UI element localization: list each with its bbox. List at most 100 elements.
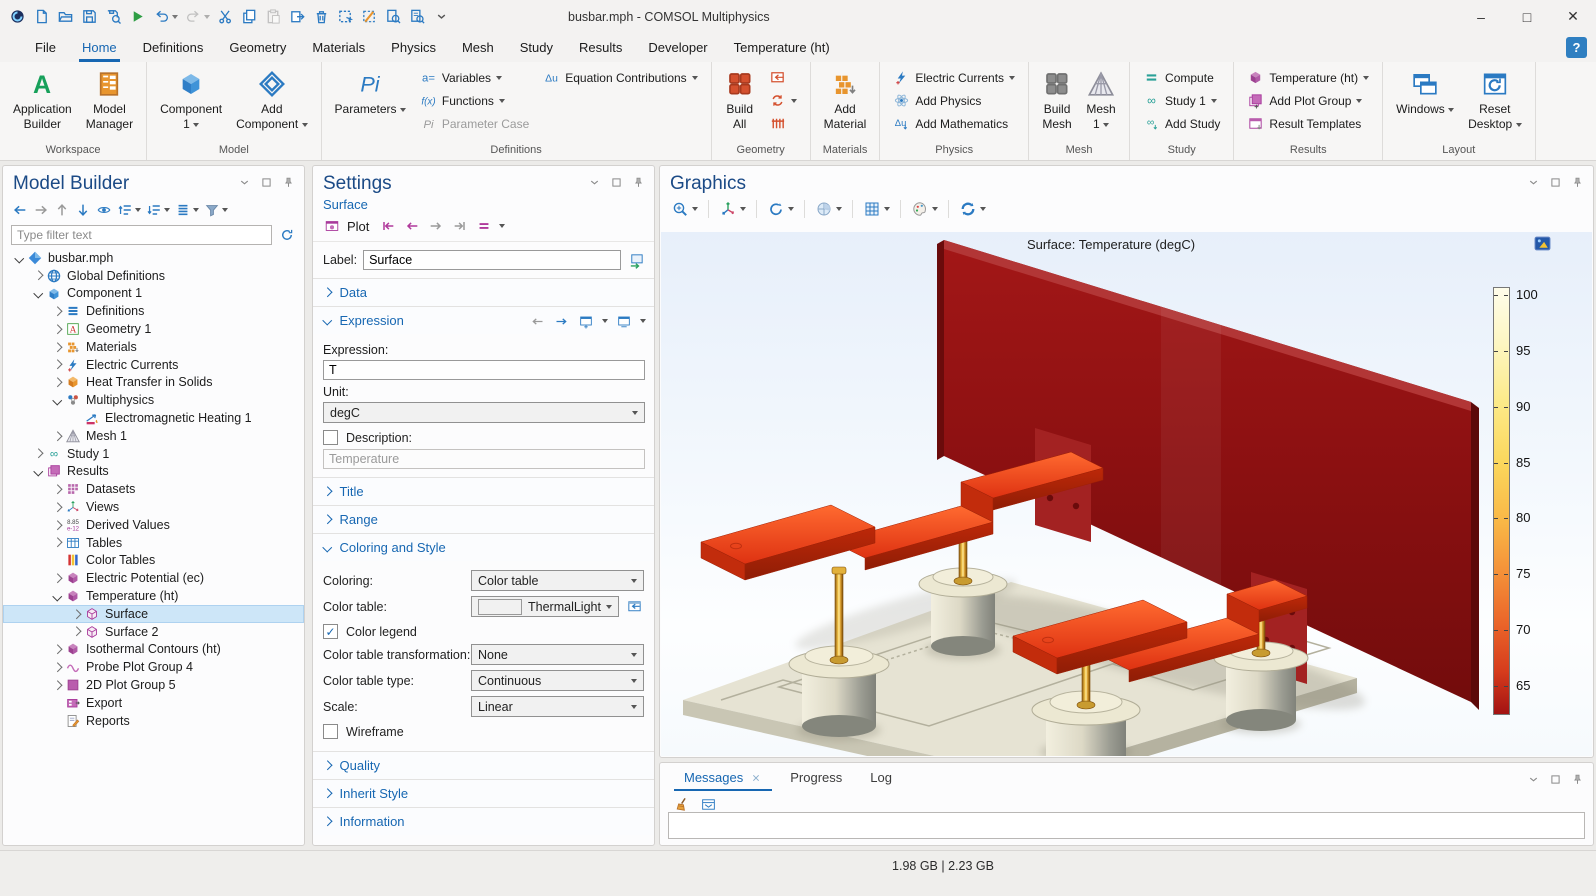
tab-log[interactable]: Log: [858, 764, 904, 791]
expression-prev-button[interactable]: [529, 313, 546, 330]
tree-expander[interactable]: [50, 379, 64, 386]
move-up-grey-button[interactable]: [53, 201, 71, 219]
panel-pin-button[interactable]: [631, 175, 646, 190]
menu-tab-developer[interactable]: Developer: [635, 33, 720, 62]
tree-item-component-1[interactable]: Component 1: [3, 285, 304, 303]
replace-expression-caret[interactable]: [602, 319, 608, 323]
panel-float-button[interactable]: [259, 175, 274, 190]
tree-item-heat-transfer-in-solids[interactable]: Heat Transfer in Solids: [3, 374, 304, 392]
refresh-filter-button[interactable]: [278, 226, 296, 244]
tree-expander[interactable]: [31, 272, 45, 279]
plot-options-caret[interactable]: [499, 224, 505, 228]
tree-item-derived-values[interactable]: 8.85e-12Derived Values: [3, 516, 304, 534]
tree-table-button[interactable]: [174, 201, 200, 219]
paste-button[interactable]: [262, 4, 285, 30]
menu-tab-mesh[interactable]: Mesh: [449, 33, 507, 62]
ribbon-button-build-mesh[interactable]: BuildMesh: [1035, 65, 1079, 134]
color-table-type-select[interactable]: Continuous: [471, 670, 644, 691]
description-input[interactable]: [323, 449, 645, 469]
tree-item-2d-plot-group-5[interactable]: 2D Plot Group 5: [3, 676, 304, 694]
ribbon-button-temperature-ht[interactable]: Temperature (ht): [1243, 67, 1373, 88]
ribbon-button-electric-currents[interactable]: Electric Currents: [889, 67, 1019, 88]
color-table-select[interactable]: ThermalLight: [471, 596, 619, 617]
tree-item-global-definitions[interactable]: Global Definitions: [3, 267, 304, 285]
color-table-transformation-select[interactable]: None: [471, 644, 644, 665]
tree-expander[interactable]: [50, 326, 64, 333]
nav-back-button[interactable]: [11, 201, 29, 219]
ribbon-button-add-component[interactable]: AddComponent: [229, 65, 314, 134]
panel-float-button[interactable]: [609, 175, 624, 190]
last-plot-button[interactable]: [451, 217, 469, 235]
clear-selection-button[interactable]: [358, 4, 381, 30]
previous-plot-button[interactable]: [403, 217, 421, 235]
tree-expander[interactable]: [50, 486, 64, 493]
tree-item-materials[interactable]: Materials: [3, 338, 304, 356]
panel-caret-button[interactable]: [1526, 175, 1541, 190]
view-orientation-button[interactable]: [718, 199, 747, 219]
menu-tab-study[interactable]: Study: [507, 33, 566, 62]
ribbon-button-add-study[interactable]: ∞Add Study: [1139, 113, 1224, 134]
tree-expander[interactable]: [31, 290, 45, 297]
tree-expander[interactable]: [50, 397, 64, 404]
messages-log-box[interactable]: [668, 812, 1585, 839]
ribbon-button-parameters[interactable]: PiParameters: [328, 65, 413, 119]
panel-caret-button[interactable]: [237, 175, 252, 190]
run-button[interactable]: [126, 4, 149, 30]
plot-snapshot-icon[interactable]: [1533, 234, 1552, 253]
tree-expander[interactable]: [50, 308, 64, 315]
color-legend-checkbox[interactable]: ✓: [323, 624, 338, 639]
filter-funnel-button[interactable]: [203, 201, 229, 219]
section-quality[interactable]: Quality: [313, 751, 654, 779]
ribbon-button-add-physics[interactable]: Add Physics: [889, 90, 1019, 111]
panel-pin-button[interactable]: [1570, 772, 1585, 787]
ribbon-button-equation-contributions[interactable]: ΔuEquation Contributions: [539, 67, 701, 88]
section-title[interactable]: Title: [313, 477, 654, 505]
section-data[interactable]: Data: [313, 278, 654, 306]
tree-item-views[interactable]: Views: [3, 498, 304, 516]
redo-button[interactable]: [182, 4, 213, 30]
tree-item-color-tables[interactable]: Color Tables: [3, 552, 304, 570]
tree-filter-input[interactable]: [11, 225, 272, 245]
ribbon-button-compute[interactable]: Compute: [1139, 67, 1224, 88]
tree-item-electric-potential-ec[interactable]: Electric Potential (ec): [3, 569, 304, 587]
graphics-canvas[interactable]: Surface: Temperature (degC): [661, 232, 1592, 756]
rotate-button[interactable]: [766, 199, 795, 219]
transparency-button[interactable]: [814, 199, 843, 219]
menu-tab-physics[interactable]: Physics: [378, 33, 449, 62]
tree-item-temperature-ht[interactable]: Temperature (ht): [3, 587, 304, 605]
replace-expression-button[interactable]: [577, 312, 595, 330]
section-information[interactable]: Information: [313, 807, 654, 835]
menu-tab-file[interactable]: File: [22, 33, 69, 62]
cut-button[interactable]: [214, 4, 237, 30]
tree-expander[interactable]: [50, 433, 64, 440]
expression-input[interactable]: [323, 360, 645, 380]
tree-expander[interactable]: [50, 664, 64, 671]
collapse-all-button[interactable]: [145, 201, 171, 219]
tree-expander[interactable]: [50, 522, 64, 529]
menu-tab-temperature-ht[interactable]: Temperature (ht): [721, 33, 843, 62]
ribbon-button-windows[interactable]: Windows: [1389, 65, 1461, 119]
tree-expander[interactable]: [31, 468, 45, 475]
update-plot-button[interactable]: [958, 199, 987, 219]
insert-expression-button[interactable]: [615, 312, 633, 330]
unit-select[interactable]: degC: [323, 402, 645, 423]
tree-item-surface-2[interactable]: Surface 2: [3, 623, 304, 641]
save-as-button[interactable]: [102, 4, 125, 30]
close-button[interactable]: ✕: [1550, 0, 1596, 33]
expand-all-button[interactable]: [116, 201, 142, 219]
copy-button[interactable]: [238, 4, 261, 30]
maximize-button[interactable]: □: [1504, 0, 1550, 33]
ribbon-button-model-manager[interactable]: ModelManager: [79, 65, 140, 134]
coloring-select[interactable]: Color table: [471, 570, 644, 591]
first-plot-button[interactable]: [379, 217, 397, 235]
tree-item-reports[interactable]: Reports: [3, 712, 304, 730]
tree-item-study-1[interactable]: ∞Study 1: [3, 445, 304, 463]
tree-expander[interactable]: [50, 344, 64, 351]
overflow-chevron-button[interactable]: [430, 4, 453, 30]
menu-tab-home[interactable]: Home: [69, 33, 130, 62]
tree-item-electromagnetic-heating-1[interactable]: Electromagnetic Heating 1: [3, 409, 304, 427]
menu-tab-results[interactable]: Results: [566, 33, 635, 62]
tree-expander[interactable]: [50, 361, 64, 368]
tree-expander[interactable]: [50, 646, 64, 653]
select-box-button[interactable]: [334, 4, 357, 30]
